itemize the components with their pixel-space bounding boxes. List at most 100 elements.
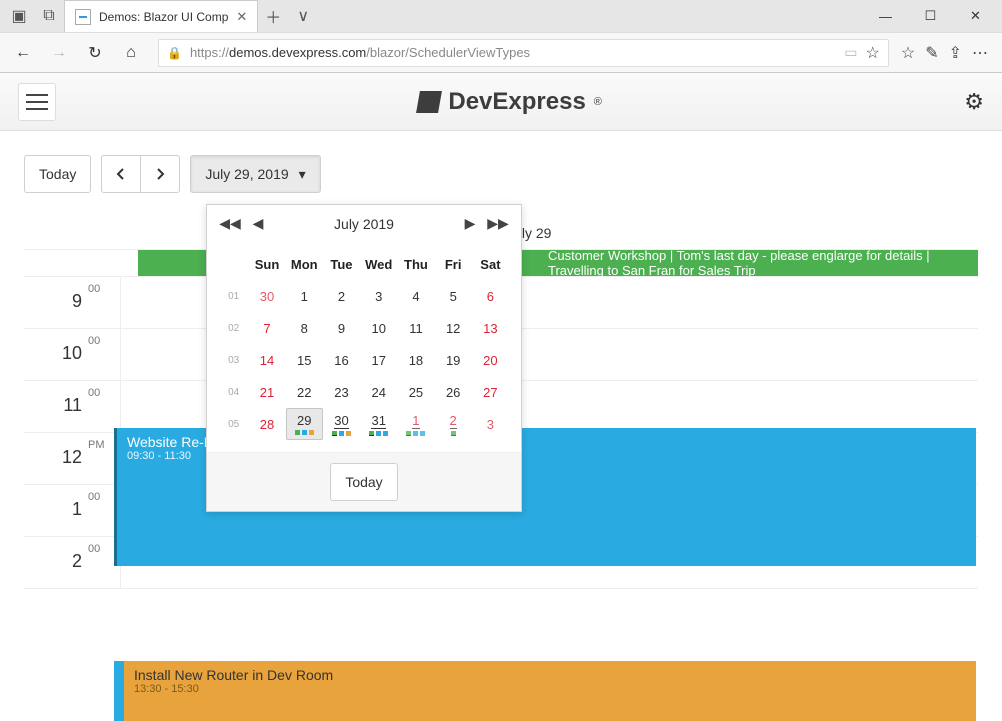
tab-title: Demos: Blazor UI Comp: [99, 10, 228, 24]
datepicker-today-button[interactable]: Today: [330, 463, 397, 501]
minimize-icon[interactable]: —: [863, 1, 908, 31]
tabs-preview-icon[interactable]: ▣: [4, 1, 34, 31]
day-cell[interactable]: 27: [472, 376, 509, 408]
day-cell[interactable]: 8: [286, 312, 323, 344]
day-cell[interactable]: 4: [397, 280, 434, 312]
day-cell[interactable]: 7: [248, 312, 285, 344]
maximize-icon[interactable]: ☐: [908, 1, 953, 31]
day-cell[interactable]: 28: [248, 408, 285, 440]
day-cell[interactable]: 26: [435, 376, 472, 408]
day-cell[interactable]: 11: [397, 312, 434, 344]
hour-label: 11: [24, 381, 88, 432]
day-cell[interactable]: 17: [360, 344, 397, 376]
more-icon[interactable]: ⋯: [972, 43, 988, 63]
toolbar-right: ☆ ✎ ⇪ ⋯: [901, 43, 988, 63]
appointment-install-router[interactable]: Install New Router in Dev Room 13:30 - 1…: [114, 661, 976, 721]
day-cell[interactable]: 10: [360, 312, 397, 344]
week-number: 04: [219, 376, 248, 408]
appointment-time: 13:30 - 15:30: [134, 683, 966, 695]
datepicker-title[interactable]: July 2019: [334, 216, 394, 232]
close-tab-icon[interactable]: ✕: [236, 9, 247, 25]
refresh-icon[interactable]: ↻: [80, 38, 110, 68]
day-cell[interactable]: 1: [397, 408, 434, 440]
allday-gutter: [24, 250, 138, 276]
chevron-down-icon: ▾: [299, 166, 306, 183]
day-cell[interactable]: 9: [323, 312, 360, 344]
day-cell[interactable]: 2: [435, 408, 472, 440]
next-month-icon[interactable]: ▶: [459, 215, 481, 232]
dow-header: Sun: [248, 248, 285, 280]
dow-header: Mon: [286, 248, 323, 280]
day-cell[interactable]: 3: [472, 408, 509, 440]
forward-icon: →: [44, 38, 74, 68]
share-icon[interactable]: ⇪: [949, 43, 962, 63]
dow-header: Fri: [435, 248, 472, 280]
scheduler-toolbar: Today July 29, 2019 ▾: [24, 155, 978, 193]
day-cell[interactable]: 30: [323, 408, 360, 440]
browser-chrome: ▣ ⧉ Demos: Blazor UI Comp ✕ ＋ ∨ — ☐ ✕ ← …: [0, 0, 1002, 73]
new-tab-icon[interactable]: ＋: [258, 1, 288, 31]
day-cell[interactable]: 12: [435, 312, 472, 344]
day-cell[interactable]: 18: [397, 344, 434, 376]
day-cell[interactable]: 1: [286, 280, 323, 312]
minute-label: 00: [88, 381, 120, 432]
week-number: 02: [219, 312, 248, 344]
back-icon[interactable]: ←: [8, 38, 38, 68]
week-number: 01: [219, 280, 248, 312]
day-cell[interactable]: 5: [435, 280, 472, 312]
day-cell[interactable]: 29: [286, 408, 323, 440]
notes-icon[interactable]: ✎: [925, 43, 938, 63]
lock-icon: 🔒: [167, 46, 182, 60]
url-input[interactable]: 🔒 https://demos.devexpress.com/blazor/Sc…: [158, 39, 889, 67]
day-cell[interactable]: 25: [397, 376, 434, 408]
hamburger-menu[interactable]: [18, 83, 56, 121]
day-cell[interactable]: 3: [360, 280, 397, 312]
address-bar: ← → ↻ ⌂ 🔒 https://demos.devexpress.com/b…: [0, 32, 1002, 72]
tab-bar: ▣ ⧉ Demos: Blazor UI Comp ✕ ＋ ∨ — ☐ ✕: [0, 0, 1002, 32]
day-cell[interactable]: 15: [286, 344, 323, 376]
dow-header: Wed: [360, 248, 397, 280]
devexpress-logo-icon: [416, 91, 442, 113]
today-button[interactable]: Today: [24, 155, 91, 193]
day-cell[interactable]: 2: [323, 280, 360, 312]
date-dropdown-label: July 29, 2019: [205, 166, 288, 182]
home-icon[interactable]: ⌂: [116, 38, 146, 68]
prev-month-icon[interactable]: ◀: [247, 215, 269, 232]
day-cell[interactable]: 31: [360, 408, 397, 440]
next-year-icon[interactable]: ▶▶: [487, 215, 509, 232]
close-window-icon[interactable]: ✕: [953, 1, 998, 31]
datepicker-header: ◀◀ ◀ July 2019 ▶ ▶▶: [207, 205, 521, 242]
reading-view-icon[interactable]: ▭: [844, 44, 857, 61]
nav-button-group: [101, 155, 180, 193]
favorites-hub-icon[interactable]: ☆: [901, 43, 915, 63]
day-cell[interactable]: 16: [323, 344, 360, 376]
hour-label: 1: [24, 485, 88, 536]
set-aside-tabs-icon[interactable]: ⧉: [34, 1, 64, 31]
day-cell[interactable]: 19: [435, 344, 472, 376]
dow-header: Tue: [323, 248, 360, 280]
week-number: 03: [219, 344, 248, 376]
day-cell[interactable]: 13: [472, 312, 509, 344]
date-dropdown-button[interactable]: July 29, 2019 ▾: [190, 155, 320, 193]
day-cell[interactable]: 6: [472, 280, 509, 312]
gear-icon[interactable]: ⚙: [964, 89, 984, 115]
tab-dropdown-icon[interactable]: ∨: [288, 1, 318, 31]
day-cell[interactable]: 20: [472, 344, 509, 376]
browser-tab[interactable]: Demos: Blazor UI Comp ✕: [64, 0, 258, 32]
day-cell[interactable]: 24: [360, 376, 397, 408]
hour-label: 10: [24, 329, 88, 380]
brand-logo: DevExpress®: [418, 88, 602, 116]
dow-header: Sat: [472, 248, 509, 280]
hour-label: 2: [24, 537, 88, 588]
date-picker-popup: ◀◀ ◀ July 2019 ▶ ▶▶ SunMonTueWedThuFriSa…: [206, 204, 522, 512]
next-button[interactable]: [140, 155, 180, 193]
prev-year-icon[interactable]: ◀◀: [219, 215, 241, 232]
day-cell[interactable]: 30: [248, 280, 285, 312]
day-cell[interactable]: 23: [323, 376, 360, 408]
day-cell[interactable]: 21: [248, 376, 285, 408]
day-cell[interactable]: 22: [286, 376, 323, 408]
favorite-icon[interactable]: ☆: [866, 43, 880, 63]
prev-button[interactable]: [101, 155, 140, 193]
day-cell[interactable]: 14: [248, 344, 285, 376]
appointment-title: Install New Router in Dev Room: [134, 667, 966, 683]
